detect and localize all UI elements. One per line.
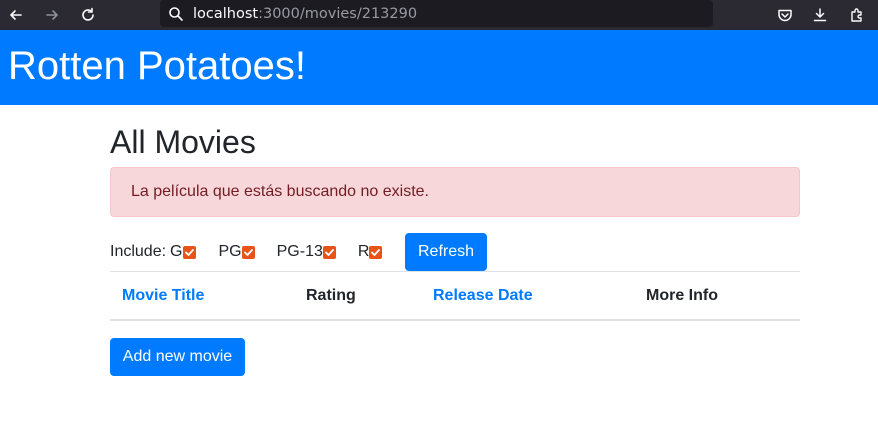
reload-button[interactable]: [76, 3, 100, 27]
page-title: All Movies: [110, 124, 256, 160]
puzzle-icon: [851, 8, 862, 22]
refresh-button[interactable]: Refresh: [405, 233, 487, 271]
sort-by-release-date-link[interactable]: Release Date: [433, 287, 646, 305]
rating-option-pg-13: PG-13: [277, 243, 336, 261]
extensions-button[interactable]: [845, 3, 869, 27]
sort-by-title-link[interactable]: Movie Title: [110, 287, 306, 305]
checkmark-icon: [324, 248, 334, 256]
rating-checkbox-pg-13[interactable]: [322, 245, 336, 259]
rating-checkbox-r[interactable]: [369, 245, 383, 259]
url-path: :3000/movies/213290: [258, 5, 418, 22]
error-alert: La película que estás buscando no existe…: [110, 167, 800, 217]
app-header: Rotten Potatoes!: [0, 30, 878, 105]
search-icon: [169, 6, 183, 21]
app-title: Rotten Potatoes!: [8, 44, 306, 88]
checkmark-icon: [243, 248, 253, 256]
pocket-button[interactable]: [773, 3, 797, 27]
arrow-left-icon: [10, 10, 22, 20]
rating-label-pg: PG: [218, 243, 242, 260]
rating-option-r: R: [358, 243, 383, 261]
checkmark-icon: [184, 248, 194, 256]
checkmark-icon: [371, 248, 381, 256]
browser-toolbar: localhost:3000/movies/213290: [0, 0, 878, 30]
ratings-filter-form: Include: G PG PG-13 R Refresh: [110, 233, 800, 271]
pocket-icon: [778, 9, 792, 22]
more-info-column-header: More Info: [646, 286, 718, 304]
back-button[interactable]: [4, 3, 28, 27]
arrow-right-icon: [46, 10, 58, 20]
table-header-row: Movie Title Rating Release Date More Inf…: [110, 272, 800, 321]
address-bar[interactable]: localhost:3000/movies/213290: [160, 0, 713, 27]
filter-label: Include:: [110, 243, 167, 260]
rating-label-pg-13: PG-13: [276, 243, 323, 260]
alert-message: La película que estás buscando no existe…: [131, 183, 429, 200]
rating-option-pg: PG: [219, 243, 255, 261]
rating-label-g: G: [170, 243, 183, 260]
rating-column-header: Rating: [306, 286, 356, 304]
add-new-movie-button[interactable]: Add new movie: [110, 338, 245, 376]
rating-checkbox-pg[interactable]: [241, 245, 255, 259]
reload-icon: [82, 7, 94, 21]
download-icon: [813, 8, 827, 22]
rating-option-g: G: [170, 243, 196, 261]
downloads-button[interactable]: [808, 3, 832, 27]
rating-checkbox-g[interactable]: [182, 245, 196, 259]
forward-button[interactable]: [40, 3, 64, 27]
rating-label-r: R: [357, 243, 370, 260]
url-text: localhost:3000/movies/213290: [193, 6, 417, 22]
url-host: localhost: [193, 5, 259, 22]
movies-table: Movie Title Rating Release Date More Inf…: [110, 271, 800, 321]
